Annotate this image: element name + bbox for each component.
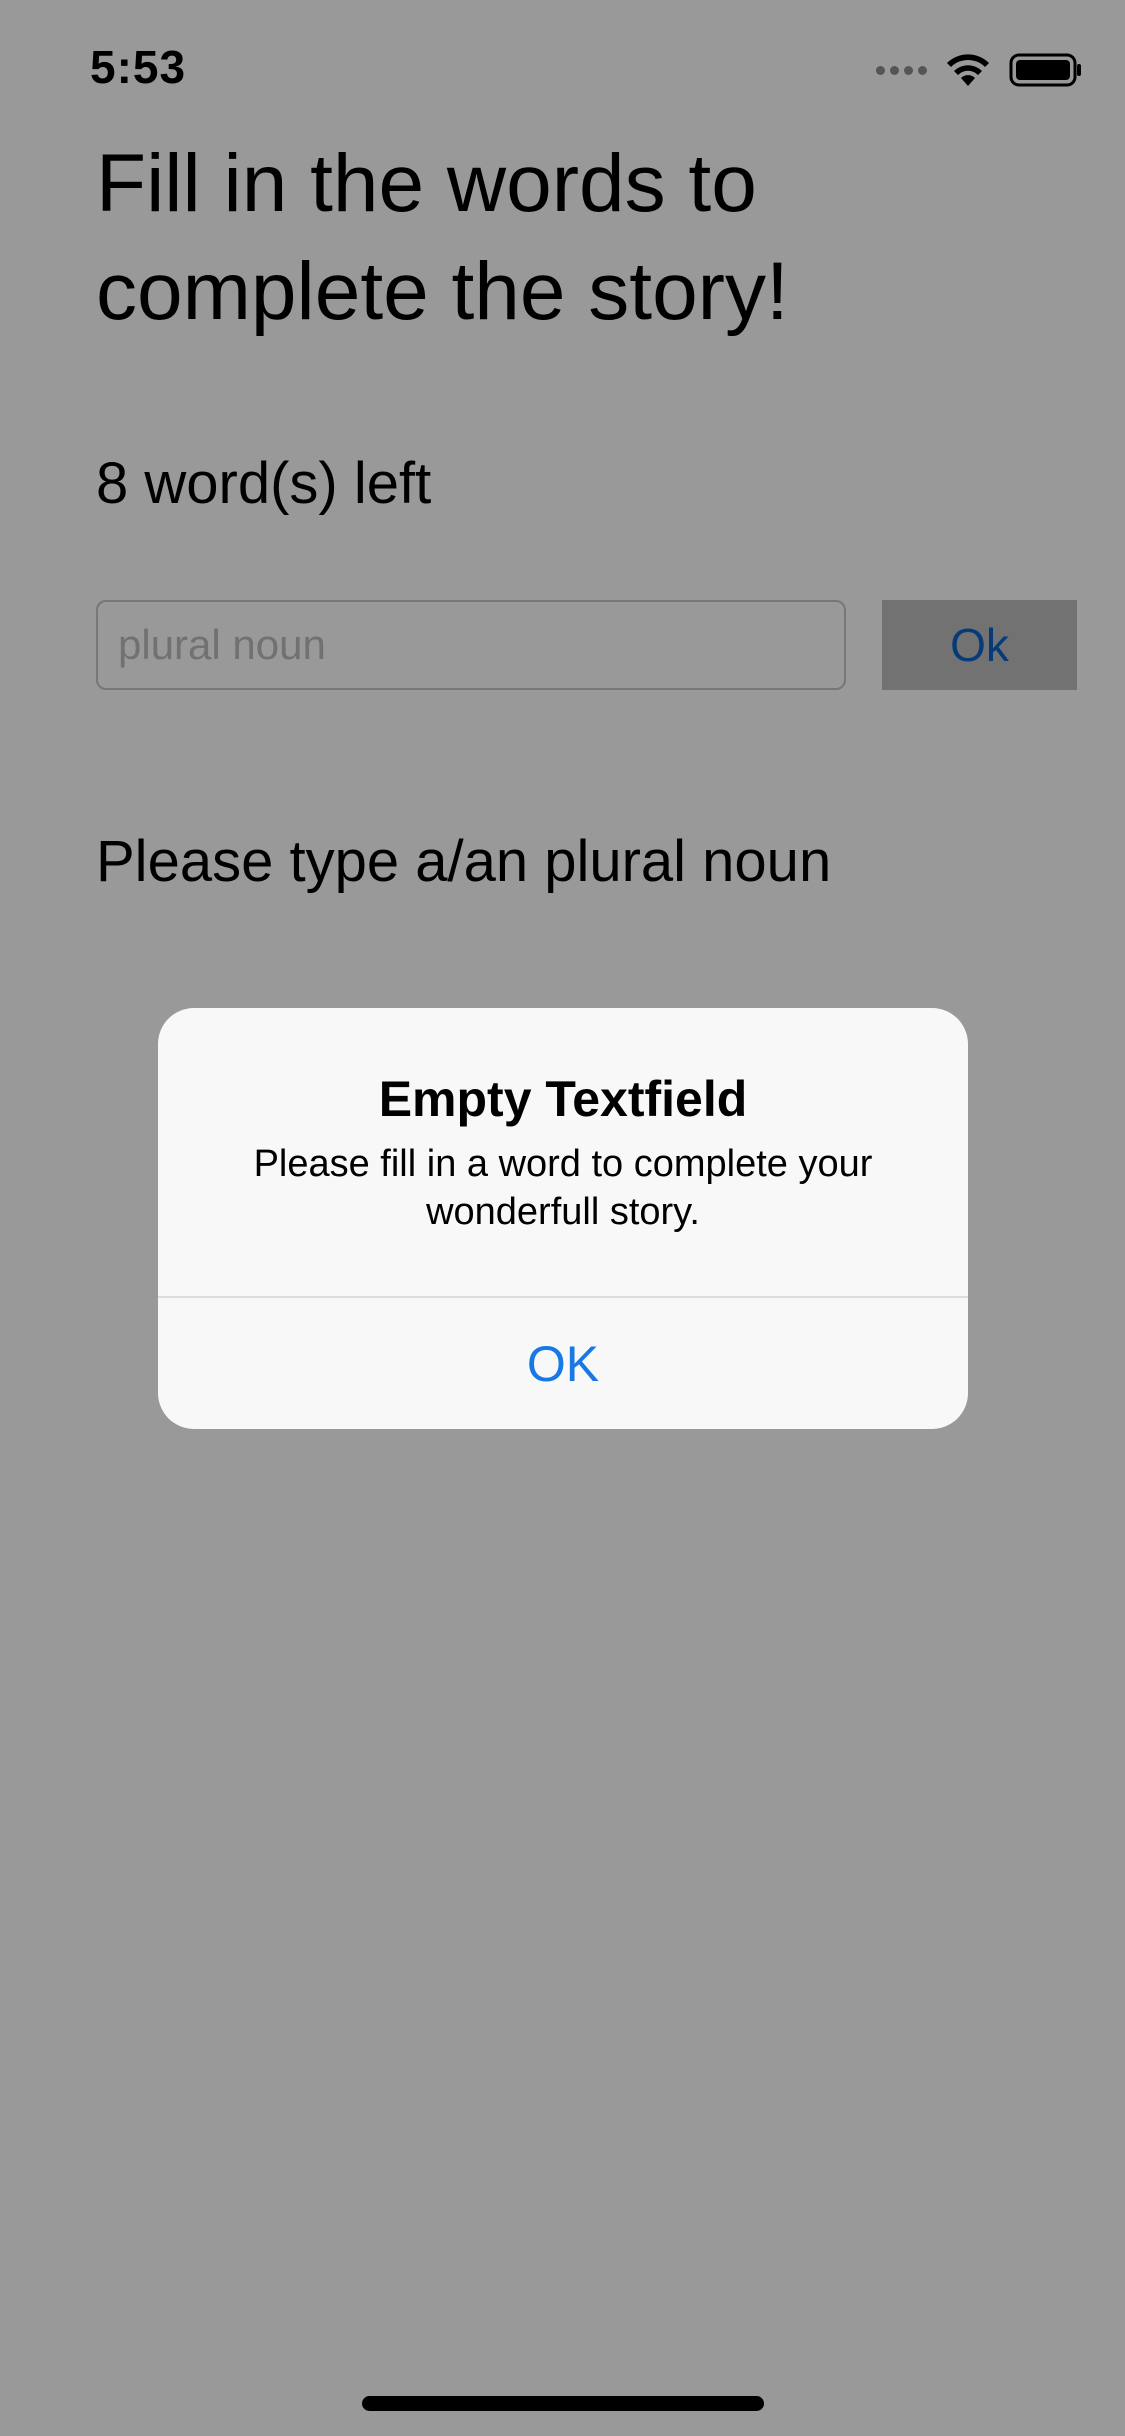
alert-ok-button[interactable]: OK (158, 1298, 968, 1429)
alert-dialog: Empty Textfield Please fill in a word to… (158, 1008, 968, 1429)
alert-title: Empty Textfield (378, 1071, 748, 1127)
alert-message: Please fill in a word to complete your w… (253, 1143, 873, 1233)
